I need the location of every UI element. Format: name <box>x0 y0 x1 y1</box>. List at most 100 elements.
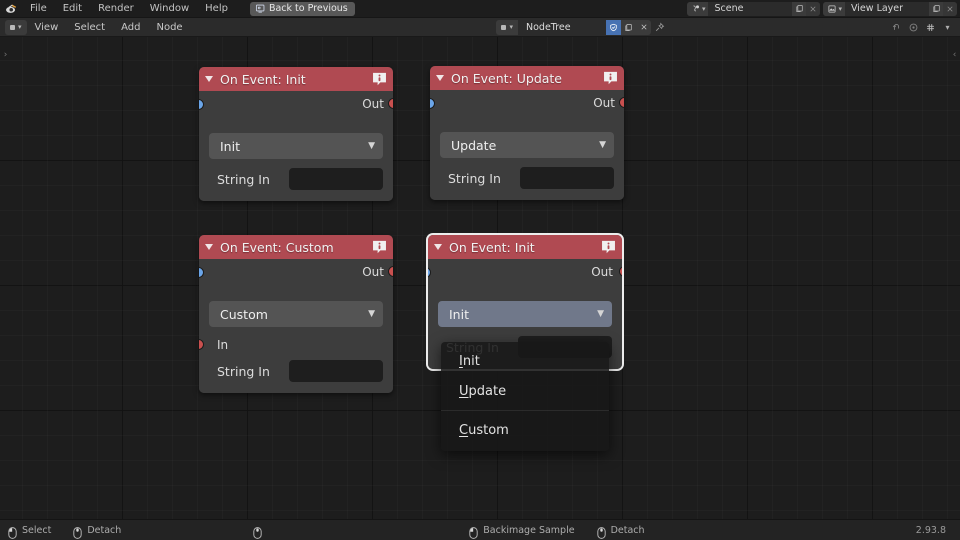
string-in-row: String In <box>199 99 393 193</box>
output-label: Out <box>362 265 384 279</box>
menu-window[interactable]: Window <box>142 0 197 18</box>
menu-item-label: Custom <box>459 422 509 438</box>
node-body: Out Custom ▼ In String In <box>199 259 393 393</box>
event-type-dropdown-open[interactable]: Init ▼ <box>438 301 612 327</box>
editor-menu-select[interactable]: Select <box>66 18 113 37</box>
unlink-view-layer-icon[interactable] <box>943 1 957 16</box>
new-copy-icon[interactable] <box>621 19 636 35</box>
fake-user-icon[interactable] <box>606 19 621 35</box>
menu-item-init[interactable]: Init <box>441 346 609 376</box>
string-in-field[interactable] <box>520 167 614 189</box>
new-copy-icon[interactable] <box>792 1 807 16</box>
status-item-select: Select <box>8 524 51 539</box>
chevron-right-icon: › <box>3 50 8 60</box>
string-in-label: String In <box>217 363 270 379</box>
info-bubble-icon[interactable] <box>602 70 619 87</box>
triangle-down-icon[interactable] <box>205 76 213 82</box>
triangle-down-icon[interactable] <box>434 244 442 250</box>
menu-render[interactable]: Render <box>90 0 142 18</box>
chevron-down-icon: ▾ <box>701 4 706 13</box>
editor-menu-node[interactable]: Node <box>148 18 190 37</box>
chevron-down-icon: ▼ <box>597 309 604 319</box>
node-body: Out Update ▼ String In <box>430 90 624 200</box>
chevron-left-icon: ‹ <box>952 50 957 60</box>
chevron-down-icon: ▼ <box>599 140 606 150</box>
in-socket[interactable] <box>199 339 204 350</box>
info-bubble-icon[interactable] <box>600 239 617 256</box>
node-on-event-init[interactable]: On Event: Init Out Init ▼ String In <box>199 67 393 201</box>
output-socket-row: Out <box>199 91 393 117</box>
node-header[interactable]: On Event: Update <box>430 66 624 90</box>
triangle-down-icon[interactable] <box>205 244 213 250</box>
node-frame: On Event: Update Out Update ▼ String In <box>430 66 624 200</box>
new-copy-icon[interactable] <box>929 1 943 16</box>
node-editor-icon <box>10 24 15 30</box>
view-layer-selector[interactable]: ▾ View Layer <box>823 1 957 16</box>
status-item-detach: Detach <box>73 524 121 539</box>
snap-icon[interactable] <box>888 19 905 35</box>
dropdown-value: Init <box>220 138 240 154</box>
status-label: Detach <box>610 524 645 536</box>
node-tree-name[interactable]: NodeTree <box>518 19 606 35</box>
output-socket-row: Out <box>199 259 393 285</box>
menu-item-label: Init <box>459 353 480 369</box>
string-in-row: String In <box>199 267 393 385</box>
triangle-down-icon[interactable] <box>436 75 444 81</box>
canvas-right-toggle[interactable]: ‹ <box>950 48 959 62</box>
string-in-field[interactable] <box>289 168 383 190</box>
node-gap <box>199 117 393 133</box>
menu-edit[interactable]: Edit <box>55 0 90 18</box>
scene-selector[interactable]: ▾ Scene <box>686 1 821 16</box>
node-header[interactable]: On Event: Init <box>428 235 622 259</box>
overlay-grid-icon[interactable] <box>922 19 939 35</box>
node-canvas[interactable]: › ‹ On Event: Init Out Init ▼ String In … <box>0 37 960 519</box>
node-header[interactable]: On Event: Init <box>199 67 393 91</box>
menu-item-custom[interactable]: Custom <box>441 415 609 445</box>
node-on-event-update[interactable]: On Event: Update Out Update ▼ String In <box>430 66 624 200</box>
menu-help[interactable]: Help <box>197 0 236 18</box>
info-bubble-icon[interactable] <box>371 239 388 256</box>
event-type-dropdown[interactable]: Update ▼ <box>440 132 614 158</box>
event-type-dropdown[interactable]: Custom ▼ <box>209 301 383 327</box>
editor-menu-add[interactable]: Add <box>113 18 148 37</box>
node-on-event-custom[interactable]: On Event: Custom Out Custom ▼ In String … <box>199 235 393 393</box>
status-item-detach-2: Detach <box>596 524 645 539</box>
pin-icon[interactable] <box>651 20 668 35</box>
output-socket[interactable] <box>619 266 622 277</box>
chevron-down-icon: ▾ <box>18 23 22 31</box>
scene-name[interactable]: Scene <box>708 2 792 16</box>
node-title: On Event: Init <box>449 239 535 255</box>
chevron-down-icon: ▾ <box>838 4 842 13</box>
node-header[interactable]: On Event: Custom <box>199 235 393 259</box>
in-label: In <box>217 338 229 352</box>
editor-menu-view[interactable]: View <box>27 18 67 37</box>
node-tree-icon <box>501 24 507 30</box>
event-type-dropdown[interactable]: Init ▼ <box>209 133 383 159</box>
output-socket[interactable] <box>388 98 393 109</box>
proportional-icon[interactable] <box>905 19 922 35</box>
node-gap <box>199 285 393 301</box>
menu-file[interactable]: File <box>22 0 55 18</box>
mouse-left-icon <box>469 524 478 539</box>
scene-icon[interactable]: ▾ <box>686 1 709 16</box>
output-label: Out <box>362 97 384 111</box>
chevron-down-icon[interactable]: ▾ <box>939 19 956 35</box>
back-to-previous-label: Back to Previous <box>268 2 348 14</box>
view-layer-name[interactable]: View Layer <box>845 2 929 16</box>
unlink-node-tree-icon[interactable] <box>636 19 651 35</box>
view-layer-icon[interactable]: ▾ <box>823 1 845 16</box>
unlink-scene-icon[interactable] <box>806 1 821 16</box>
editor-type-button[interactable]: ▾ <box>5 19 27 35</box>
node-bottom-pad <box>199 193 393 201</box>
screen-back-icon <box>254 0 265 18</box>
event-type-dropdown-menu[interactable]: Init Update Custom <box>441 342 609 451</box>
canvas-left-toggle[interactable]: › <box>1 48 10 62</box>
output-socket[interactable] <box>388 266 393 277</box>
output-socket[interactable] <box>619 97 624 108</box>
back-to-previous-button[interactable]: Back to Previous <box>249 0 355 18</box>
node-tree-type-button[interactable]: ▾ <box>496 19 518 35</box>
string-in-field[interactable] <box>289 360 383 382</box>
info-bubble-icon[interactable] <box>371 71 388 88</box>
menu-item-update[interactable]: Update <box>441 376 609 406</box>
blender-logo-icon[interactable] <box>0 0 22 18</box>
